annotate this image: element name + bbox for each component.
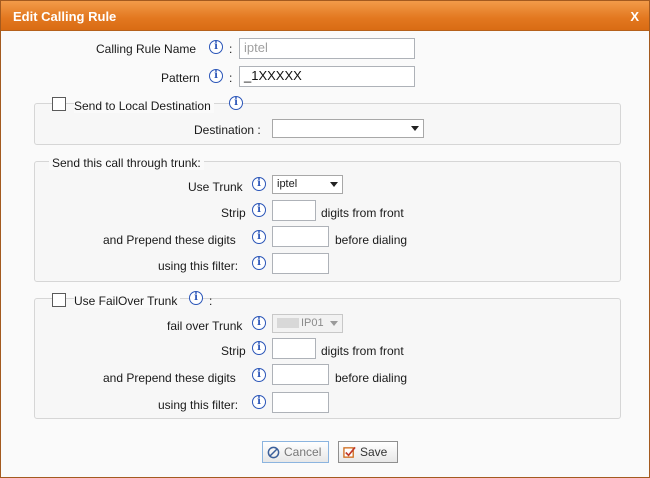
- pattern-label: Pattern: [161, 71, 200, 85]
- trunk-section-label: Send this call through trunk:: [49, 156, 204, 170]
- strip-suffix-label: digits from front: [321, 206, 404, 220]
- info-icon[interactable]: i: [252, 368, 266, 382]
- info-icon[interactable]: i: [252, 395, 266, 409]
- use-trunk-label: Use Trunk: [188, 180, 243, 194]
- cancel-button[interactable]: Cancel: [262, 441, 329, 463]
- chevron-down-icon: [330, 321, 338, 326]
- use-failover-checkbox[interactable]: [52, 293, 66, 307]
- prepend-input[interactable]: [272, 226, 329, 247]
- failover-trunk-select[interactable]: IP01: [272, 314, 343, 333]
- failover-trunk-value: IP01: [301, 317, 324, 329]
- info-icon[interactable]: i: [252, 203, 266, 217]
- chevron-down-icon: [411, 126, 419, 131]
- destination-label: Destination :: [194, 123, 261, 137]
- edit-calling-rule-dialog: Edit Calling Rule X Calling Rule Name i …: [0, 0, 650, 478]
- save-checkbox-icon: [343, 446, 356, 458]
- info-icon[interactable]: i: [209, 40, 223, 54]
- pattern-input[interactable]: _1XXXXX: [239, 66, 415, 87]
- info-icon[interactable]: i: [252, 256, 266, 270]
- close-button[interactable]: X: [630, 9, 639, 24]
- destination-select[interactable]: [272, 119, 424, 138]
- filter-input[interactable]: [272, 253, 329, 274]
- chevron-down-icon: [330, 182, 338, 187]
- send-to-local-checkbox[interactable]: [52, 97, 66, 111]
- dialog-title: Edit Calling Rule: [13, 9, 117, 24]
- cancel-icon: [267, 446, 280, 459]
- strip-input[interactable]: [272, 200, 316, 221]
- strip-label: Strip: [221, 206, 246, 220]
- calling-rule-name-input[interactable]: iptel: [239, 38, 415, 59]
- use-failover-label: Use FailOver Trunk: [74, 294, 181, 308]
- info-icon[interactable]: i: [209, 69, 223, 83]
- prepend-label: and Prepend these digits: [103, 233, 236, 247]
- failover-strip-input[interactable]: [272, 338, 316, 359]
- use-trunk-value: iptel: [277, 178, 298, 190]
- colon-label: :: [229, 42, 233, 56]
- prepend-suffix-label: before dialing: [335, 233, 408, 247]
- dialog-titlebar[interactable]: Edit Calling Rule X: [1, 1, 649, 31]
- colon-label: :: [229, 71, 233, 85]
- info-icon[interactable]: i: [252, 341, 266, 355]
- failover-strip-suffix-label: digits from front: [321, 344, 404, 358]
- info-icon[interactable]: i: [252, 230, 266, 244]
- info-icon[interactable]: i: [252, 177, 266, 191]
- failover-trunk-label: fail over Trunk: [167, 319, 243, 333]
- save-button[interactable]: Save: [338, 441, 398, 463]
- failover-filter-label: using this filter:: [158, 398, 239, 412]
- failover-strip-label: Strip: [221, 344, 246, 358]
- cancel-button-label: Cancel: [284, 445, 322, 459]
- colon-label: :: [209, 294, 213, 308]
- failover-prepend-label: and Prepend these digits: [103, 371, 236, 385]
- failover-filter-input[interactable]: [272, 392, 329, 413]
- failover-prepend-input[interactable]: [272, 364, 329, 385]
- info-icon[interactable]: i: [189, 291, 203, 305]
- masked-value: [277, 318, 299, 329]
- failover-prepend-suffix-label: before dialing: [335, 371, 408, 385]
- filter-label: using this filter:: [158, 259, 239, 273]
- info-icon[interactable]: i: [252, 316, 266, 330]
- save-button-label: Save: [360, 445, 388, 459]
- use-trunk-select[interactable]: iptel: [272, 175, 343, 194]
- calling-rule-name-label: Calling Rule Name: [96, 42, 197, 56]
- send-to-local-label: Send to Local Destination: [74, 99, 214, 113]
- info-icon[interactable]: i: [229, 96, 243, 110]
